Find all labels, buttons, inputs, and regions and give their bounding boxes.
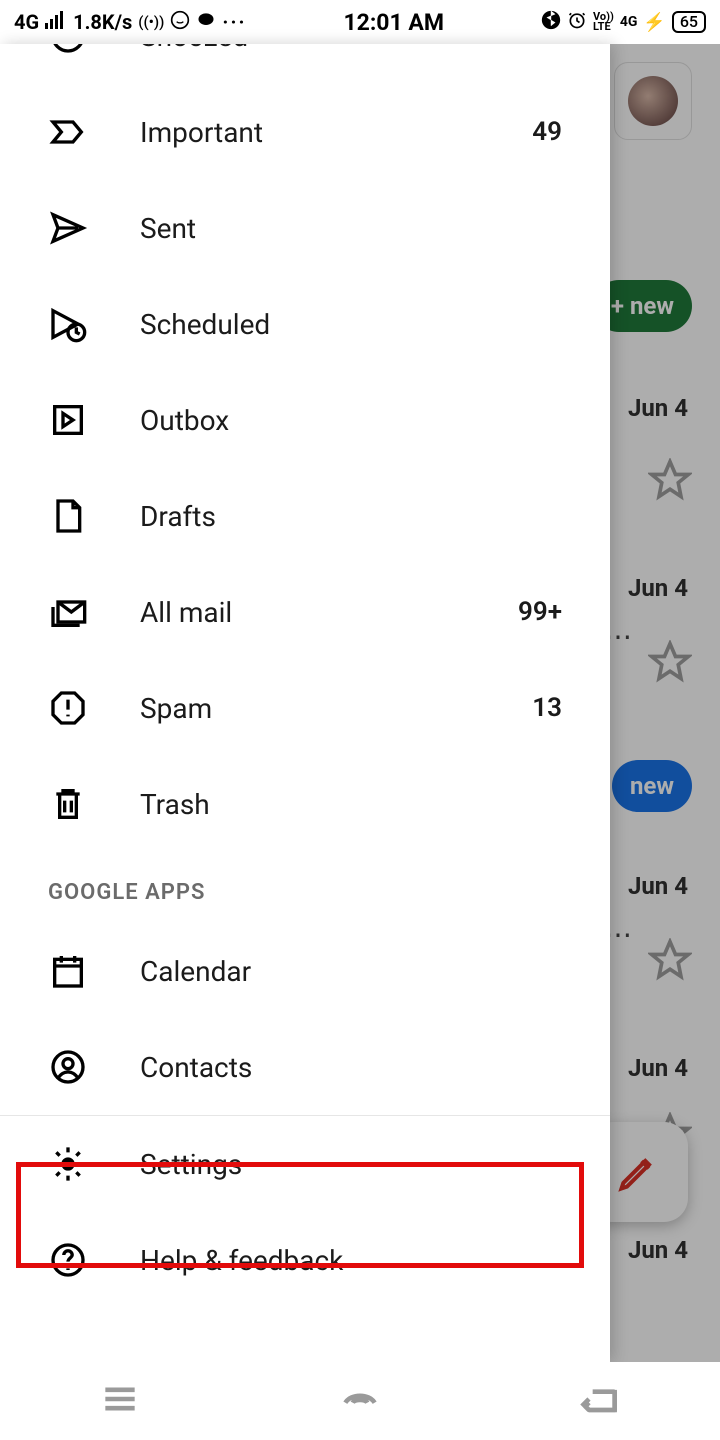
battery-level: 65 xyxy=(672,11,706,33)
drawer-label: Settings xyxy=(140,1148,610,1181)
speed-label: 1.8K/s xyxy=(73,10,132,34)
trash-icon xyxy=(48,784,140,824)
status-right: Vo))LTE 4G ⚡ 65 xyxy=(541,10,706,35)
gear-icon xyxy=(48,1144,140,1184)
scheduled-icon xyxy=(48,304,140,344)
alarm-icon xyxy=(567,10,587,35)
drawer-label: Contacts xyxy=(140,1051,610,1084)
drawer-item-contacts[interactable]: Contacts xyxy=(0,1019,610,1115)
help-icon xyxy=(48,1240,140,1280)
bluetooth-icon xyxy=(541,10,561,35)
drawer-label: Help & feedback xyxy=(140,1244,610,1277)
charging-icon: ⚡ xyxy=(643,12,665,33)
status-time: 12:01 AM xyxy=(247,9,541,36)
drawer-label: Trash xyxy=(140,788,562,821)
drawer-item-calendar[interactable]: Calendar xyxy=(0,923,610,1019)
system-navbar xyxy=(0,1362,720,1440)
drawer-item-allmail[interactable]: All mail 99+ xyxy=(0,564,610,660)
drawer-item-trash[interactable]: Trash xyxy=(0,756,610,852)
nav-back-button[interactable] xyxy=(578,1377,622,1425)
status-bar: 4G 1.8K/s ((•)) ··· 12:01 AM Vo))LTE 4G … xyxy=(0,0,720,44)
volte-label: Vo))LTE xyxy=(593,12,614,32)
spam-icon xyxy=(48,688,140,728)
nav-menu-button[interactable] xyxy=(98,1377,142,1425)
drawer-label: Spam xyxy=(140,692,532,725)
drawer-item-help[interactable]: Help & feedback xyxy=(0,1212,610,1306)
calendar-icon xyxy=(48,951,140,991)
drawer-label: All mail xyxy=(140,596,518,629)
chat-icon xyxy=(196,10,216,35)
important-icon xyxy=(48,112,140,152)
drawer-label: Outbox xyxy=(140,404,562,437)
drawer-item-drafts[interactable]: Drafts xyxy=(0,468,610,564)
drawer-item-sent[interactable]: Sent xyxy=(0,180,610,276)
outbox-icon xyxy=(48,400,140,440)
whatsapp-icon xyxy=(170,10,190,35)
sent-icon xyxy=(48,208,140,248)
nav-home-button[interactable] xyxy=(338,1377,382,1425)
navigation-drawer: Snoozed Important 49 Sent Scheduled Outb… xyxy=(0,44,610,1362)
hotspot-icon: ((•)) xyxy=(138,13,164,31)
drawer-item-scheduled[interactable]: Scheduled xyxy=(0,276,610,372)
allmail-icon xyxy=(48,592,140,632)
drawer-count: 13 xyxy=(532,693,610,723)
drawer-label: Calendar xyxy=(140,955,610,988)
drawer-label: Important xyxy=(140,116,532,149)
drawer-section-googleapps: GOOGLE APPS xyxy=(0,852,610,923)
drawer-label: Snoozed xyxy=(140,44,562,53)
drawer-item-important[interactable]: Important 49 xyxy=(0,84,610,180)
backdrop-shade[interactable] xyxy=(610,44,720,1362)
drawer-item-outbox[interactable]: Outbox xyxy=(0,372,610,468)
more-icon: ··· xyxy=(222,10,246,34)
drawer-item-settings[interactable]: Settings xyxy=(0,1116,610,1212)
drawer-count: 49 xyxy=(532,117,610,147)
drawer-label: Scheduled xyxy=(140,308,562,341)
net2-label: 4G xyxy=(620,14,638,30)
clock-icon xyxy=(48,44,140,56)
drafts-icon xyxy=(48,496,140,536)
drawer-label: Sent xyxy=(140,212,562,245)
drawer-count: 99+ xyxy=(518,597,610,627)
signal-icon xyxy=(45,10,67,34)
drawer-label: Drafts xyxy=(140,500,562,533)
drawer-item-spam[interactable]: Spam 13 xyxy=(0,660,610,756)
network-label: 4G xyxy=(14,10,39,34)
status-left: 4G 1.8K/s ((•)) ··· xyxy=(14,10,247,35)
drawer-item-snoozed[interactable]: Snoozed xyxy=(0,44,610,84)
contacts-icon xyxy=(48,1047,140,1087)
